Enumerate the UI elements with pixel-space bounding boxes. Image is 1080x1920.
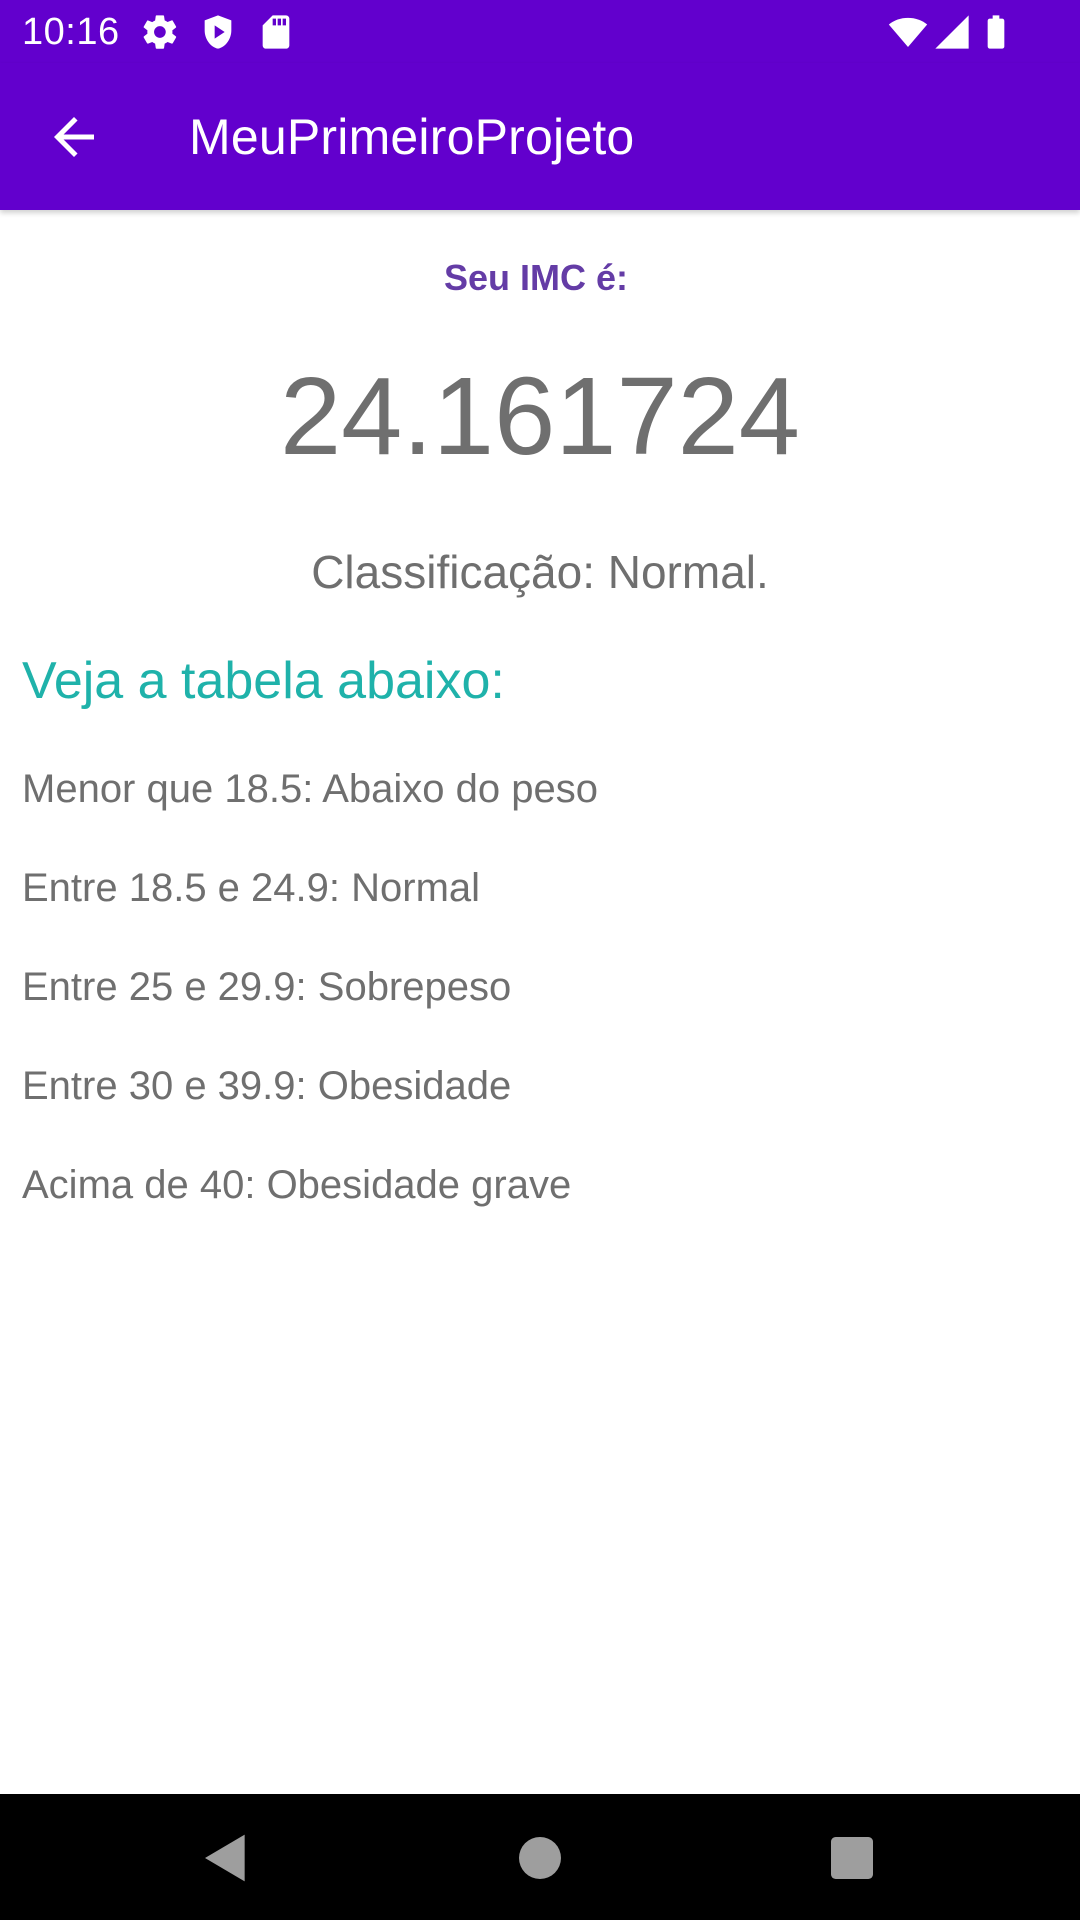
screen: 10:16 MeuPrimeiroProjeto Seu IMC é: 24.1…: [0, 0, 1080, 1920]
imc-label: Seu IMC é:: [443, 257, 629, 298]
app-bar: MeuPrimeiroProjeto: [0, 63, 1080, 210]
navigation-bar: [0, 1794, 1080, 1920]
shield-icon: [198, 12, 238, 52]
gear-icon: [140, 12, 180, 52]
recents-square-icon: [831, 1837, 873, 1879]
back-triangle-icon: [205, 1834, 245, 1882]
back-button[interactable]: [44, 107, 104, 167]
bmi-table: Menor que 18.5: Abaixo do peso Entre 18.…: [22, 765, 598, 1260]
signal-icon: [932, 12, 972, 52]
classification-text: Classificação: Normal.: [311, 546, 769, 598]
app-title: MeuPrimeiroProjeto: [189, 109, 635, 165]
table-row: Menor que 18.5: Abaixo do peso: [22, 767, 598, 811]
wifi-icon: [888, 12, 928, 52]
content-area: Seu IMC é: 24.161724 Classificação: Norm…: [0, 210, 1080, 1794]
nav-back-button[interactable]: [198, 1830, 254, 1886]
table-row: Entre 30 e 39.9: Obesidade: [22, 1064, 512, 1108]
status-bar: 10:16: [0, 0, 1080, 63]
table-row: Acima de 40: Obesidade grave: [22, 1163, 572, 1207]
imc-value: 24.161724: [280, 355, 800, 478]
table-row: Entre 25 e 29.9: Sobrepeso: [22, 965, 512, 1009]
table-heading: Veja a tabela abaixo:: [22, 652, 505, 710]
battery-icon: [976, 12, 1016, 52]
table-row: Entre 18.5 e 24.9: Normal: [22, 866, 481, 910]
nav-home-button[interactable]: [512, 1830, 568, 1886]
sd-card-icon: [256, 12, 296, 52]
status-time: 10:16: [22, 11, 120, 53]
nav-recents-button[interactable]: [824, 1830, 880, 1886]
home-circle-icon: [519, 1837, 561, 1879]
arrow-back-icon: [54, 117, 94, 157]
